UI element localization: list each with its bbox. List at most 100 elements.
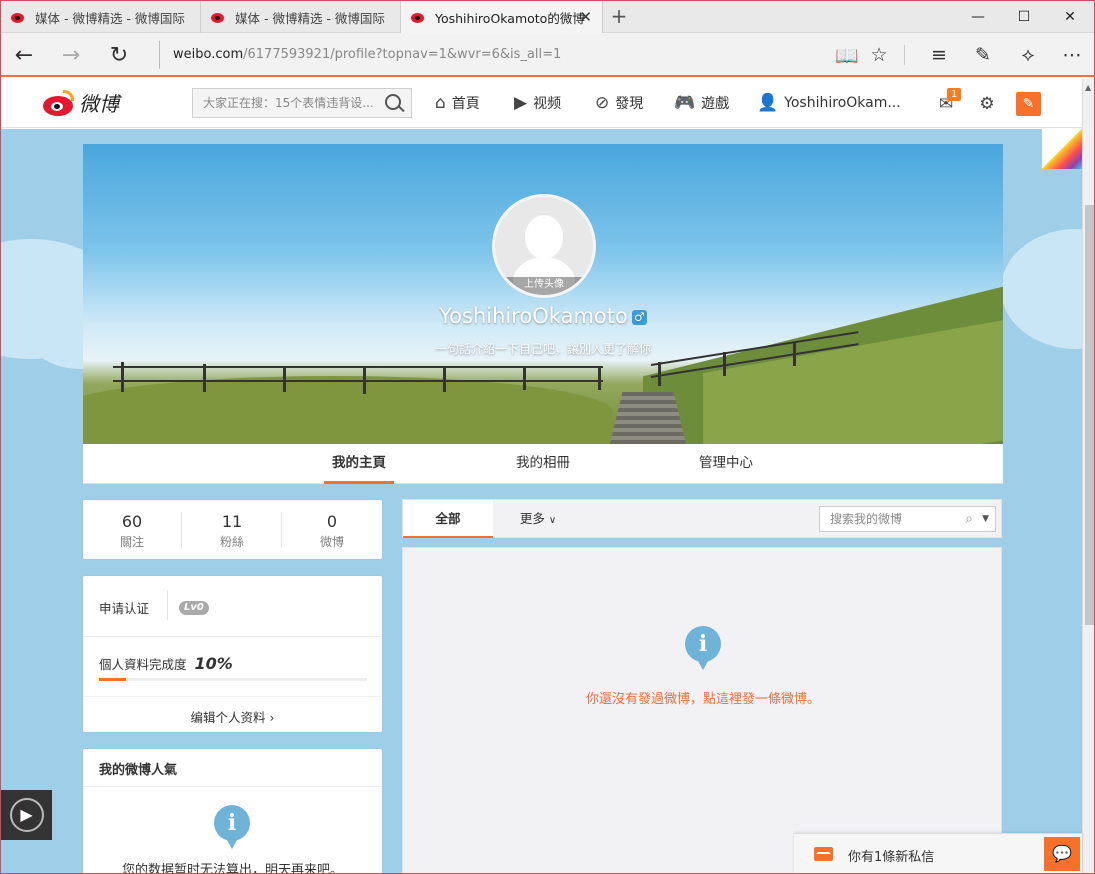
scroll-up-icon[interactable]: ▲ [1085,83,1091,92]
info-icon: i [214,805,250,849]
url-path: /6177593921/profile?topnav=1&wvr=6&is_al… [243,47,562,62]
address-bar: ← → ↻ weibo.com/6177593921/profile?topna… [1,33,1094,77]
info-icon: i [685,626,721,670]
forward-arrow-icon[interactable]: → [55,39,87,71]
tab-strip: 媒体 - 微博精选 - 微博国际 媒体 - 微博精选 - 微博国际 Yoshih… [1,1,1094,33]
tab-title: YoshihiroOkamoto的微博 [435,10,585,26]
scrollbar[interactable]: ▲ [1082,79,1094,873]
completion-text: 個人資料完成度 [99,657,187,672]
home-icon: ⌂ [435,93,446,113]
play-icon[interactable]: ▶ [9,798,44,832]
user-icon: 👤 [757,93,779,113]
private-message-bar[interactable]: 你有1條新私信 💬 [794,833,1082,873]
feed-search-placeholder: 搜索我的微博 [830,512,903,526]
completion-value: 10% [194,654,233,673]
edit-profile-link[interactable]: 编辑个人资料 › [83,707,382,726]
search-icon[interactable] [385,94,401,110]
chevron-down-icon: ∨ [548,515,557,526]
nav-home[interactable]: ⌂ 首頁 [435,88,480,118]
feed-tabs: 全部 更多 ∨ 搜索我的微博 ⌕ ▼ [402,499,1002,538]
search-input[interactable]: 大家正在搜：15个表情违背设... [192,88,412,118]
hub-icon[interactable]: ≡ [923,39,955,71]
browser-tab[interactable]: 媒体 - 微博精选 - 微博国际 [201,1,401,33]
tab-manage-center[interactable]: 管理中心 [691,444,761,484]
maximize-button[interactable]: ☐ [1001,1,1047,33]
tab-my-home[interactable]: 我的主頁 [324,444,394,484]
logo-text: 微博 [79,92,119,116]
chat-bubble-icon[interactable]: 💬 [1044,837,1080,871]
stat-label: 關注 [119,535,144,549]
share-icon[interactable]: ⟡ [1012,39,1044,71]
empty-feed-message[interactable]: 你還沒有發過微博，點這裡發一條微博。 [403,688,1003,707]
weibo-favicon-icon [411,11,427,24]
apply-verify-link[interactable]: 申请认证 [99,598,149,617]
nav-label: 發現 [615,96,644,112]
weibo-eye-icon [41,89,75,116]
media-player-widget[interactable]: ▶ [1,790,52,840]
video-icon: ▶ [514,93,528,113]
feed-search-input[interactable]: 搜索我的微博 ⌕ ▼ [819,506,996,532]
minimize-button[interactable]: — [955,1,1001,33]
weibo-favicon-icon [211,11,227,24]
browser-tab[interactable]: 媒体 - 微博精选 - 微博国际 [1,1,201,33]
level-text: Lv0 [179,601,209,615]
tab-my-album[interactable]: 我的相冊 [508,444,578,484]
tab-more-label: 更多 [519,511,545,526]
tab-all[interactable]: 全部 [403,500,493,538]
nav-label: 首頁 [451,96,480,112]
dropdown-arrow-icon[interactable]: ▼ [982,507,989,531]
web-note-icon[interactable]: ✎ [967,39,999,71]
completion-label: 個人資料完成度 10% [99,654,233,673]
search-icon[interactable]: ⌕ [965,507,973,531]
stat-posts[interactable]: 0 微博 [283,500,381,550]
nav-label: YoshihiroOkam... [784,95,901,111]
tab-more[interactable]: 更多 ∨ [503,500,573,538]
popularity-card: 我的微博人氣 i 您的数据暂时无法算出，明天再来吧。 [83,749,382,874]
new-tab-button[interactable]: + [607,4,631,28]
feed-body: i 你還沒有發過微博，點這裡發一條微博。 [402,547,1003,873]
tab-title: 媒体 - 微博精选 - 微博国际 [35,10,185,26]
settings-gear-icon[interactable]: ⚙ [975,92,999,116]
avatar[interactable]: 上传头像 [492,194,596,298]
upload-avatar-label[interactable]: 上传头像 [495,277,593,295]
stat-number: 60 [121,512,143,531]
more-dots-icon[interactable]: ⋯ [1056,39,1088,71]
weibo-header: 微博 大家正在搜：15个表情违背设... ⌂ 首頁 ▶ 视频 ⊘ 發現 🎮 遊戲 👤 Yo… [1,79,1082,128]
favorite-star-icon[interactable]: ☆ [863,39,895,71]
completion-progress-bar [99,678,367,681]
stat-followers[interactable]: 11 粉絲 [183,500,281,550]
weibo-logo[interactable]: 微博 [41,88,119,117]
close-tab-icon[interactable]: ✕ [579,8,592,26]
user-name: YoshihiroOkamoto [439,304,628,328]
level-badge[interactable]: Lv0 [179,599,209,615]
browser-window: 媒体 - 微博精选 - 微博国际 媒体 - 微博精选 - 微博国际 Yoshih… [0,0,1095,874]
close-window-button[interactable]: ✕ [1047,1,1093,33]
profile-name: YoshihiroOkamoto ♂ [83,304,1003,328]
nav-user[interactable]: 👤 YoshihiroOkam... [757,88,901,118]
refresh-icon[interactable]: ↻ [103,39,135,71]
popularity-title: 我的微博人氣 [99,763,178,778]
stat-number: 0 [326,512,338,531]
nav-discover[interactable]: ⊘ 發現 [595,88,643,118]
url-field[interactable]: weibo.com/6177593921/profile?topnav=1&wv… [159,41,561,69]
compass-icon: ⊘ [595,93,610,113]
tab-title: 媒体 - 微博精选 - 微博国际 [235,10,385,26]
stat-label: 粉絲 [219,535,244,549]
message-badge: 1 [947,88,962,101]
compose-icon[interactable]: ✎ [1016,92,1041,116]
stats-card: 60 關注 11 粉絲 0 微博 [83,500,382,559]
back-arrow-icon[interactable]: ← [8,39,40,71]
stat-following[interactable]: 60 關注 [83,500,181,550]
male-gender-icon: ♂ [631,309,647,325]
gamepad-icon: 🎮 [674,93,696,113]
profile-intro[interactable]: 一句話介紹一下自己吧，讓別人更了解你 [83,340,1003,357]
nav-video[interactable]: ▶ 视频 [514,88,561,118]
scrollbar-thumb[interactable] [1085,205,1094,625]
weibo-favicon-icon [11,11,27,24]
nav-games[interactable]: 🎮 遊戲 [674,88,729,118]
skin-corner[interactable] [1042,129,1082,169]
reading-view-icon[interactable]: 📖 [831,39,863,71]
browser-tab-active[interactable]: YoshihiroOkamoto的微博 ✕ [401,1,603,33]
url-domain: weibo.com [173,47,244,62]
popularity-message: 您的数据暂时无法算出，明天再来吧。 [121,863,343,874]
